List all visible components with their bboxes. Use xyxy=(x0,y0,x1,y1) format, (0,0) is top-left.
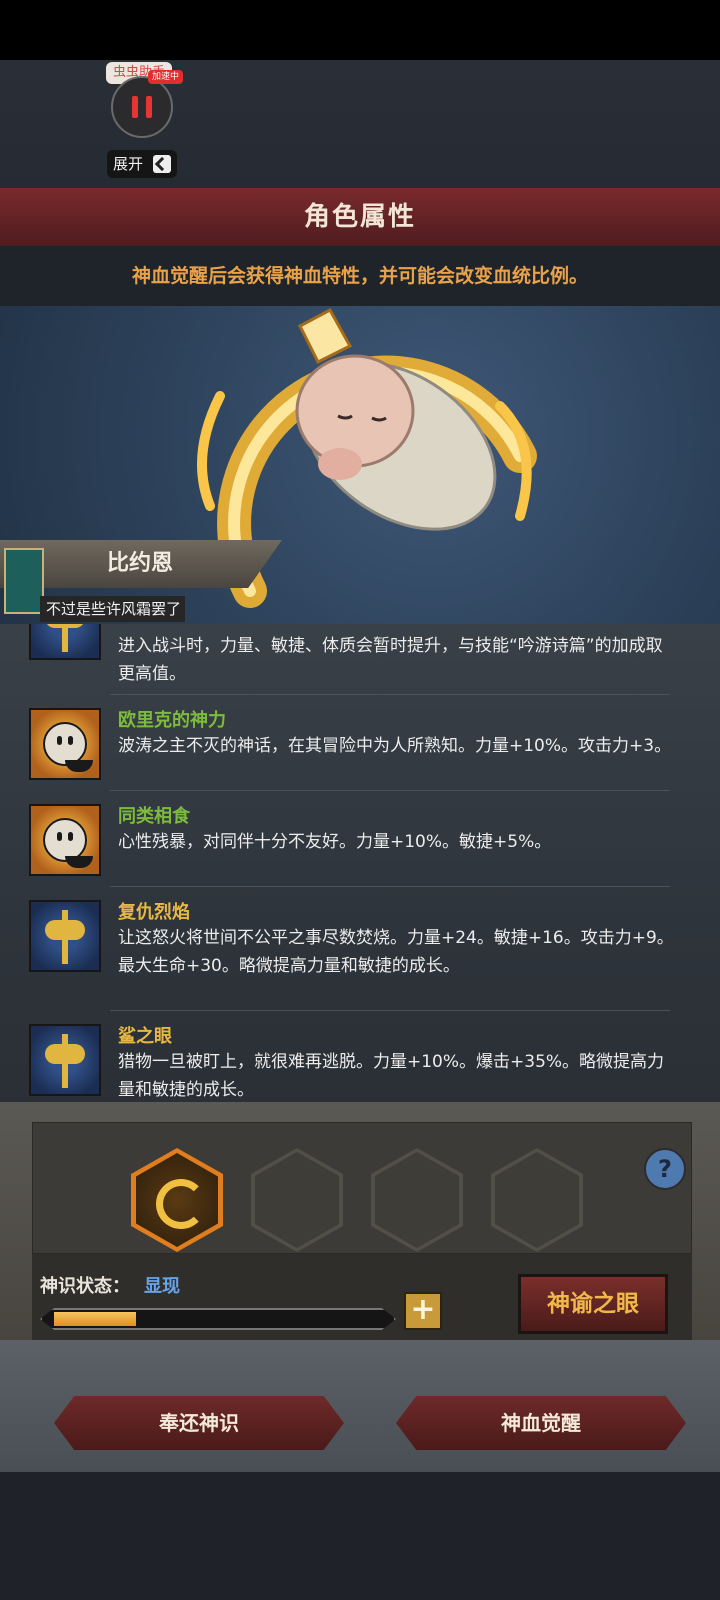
hero-name: 比约恩 xyxy=(106,551,173,576)
trait-list[interactable]: 进入战斗时，力量、敏捷、体质会暂时提升，与技能“吟游诗篇”的加成取更高值。 欧里… xyxy=(0,624,720,1127)
flame-ring-icon xyxy=(156,1179,206,1229)
overlay-badge: 加速中 xyxy=(148,70,184,84)
trait-name: 复仇烈焰 xyxy=(118,902,190,923)
trait-divider xyxy=(110,790,670,791)
add-button[interactable]: + xyxy=(404,1292,442,1330)
trait-name: 欧里克的神力 xyxy=(118,710,226,731)
hero-class-banner-icon xyxy=(4,548,44,614)
page-title: 角色属性 xyxy=(303,202,416,232)
divine-progress-fill xyxy=(54,1312,136,1326)
trait-desc: 进入战斗时，力量、敏捷、体质会暂时提升，与技能“吟游诗篇”的加成取更高值。 xyxy=(118,636,663,684)
pause-icon-bar xyxy=(146,96,152,118)
expand-label: 展开 xyxy=(113,155,144,173)
trait-item: 复仇烈焰 让这怒火将世间不公平之事尽数焚烧。力量+24。敏捷+16。攻击力+9。… xyxy=(0,898,720,1010)
smile-icon xyxy=(29,804,101,876)
blood-awaken-button[interactable]: 神血觉醒 xyxy=(396,1396,686,1450)
trait-desc: 猎物一旦被盯上，就很难再逃脱。力量+10%。爆击+35%。略微提高力量和敏捷的成… xyxy=(118,1052,665,1100)
trait-name: 鲨之眼 xyxy=(118,1026,172,1047)
trait-item: 欧里克的神力 波涛之主不灭的神话，在其冒险中为人所熟知。力量+10%。攻击力+3… xyxy=(0,706,720,796)
smile-icon xyxy=(29,708,101,780)
trait-divider xyxy=(110,694,670,695)
divine-status-value: 显现 xyxy=(144,1276,180,1297)
expand-button[interactable]: 展开 xyxy=(107,150,177,178)
trait-desc: 波涛之主不灭的神话，在其冒险中为人所熟知。力量+10%。攻击力+3。 xyxy=(118,736,672,756)
axe-icon xyxy=(29,1024,101,1096)
return-divinity-button[interactable]: 奉还神识 xyxy=(54,1396,344,1450)
axe-icon xyxy=(29,624,101,660)
trait-item: 同类相食 心性残暴，对同伴十分不友好。力量+10%。敏捷+5%。 xyxy=(0,802,720,892)
bottom-blank-area xyxy=(0,1472,720,1600)
help-button[interactable]: ? xyxy=(644,1148,686,1190)
axe-icon xyxy=(29,900,101,972)
trait-divider xyxy=(110,1010,670,1011)
oracle-eye-button[interactable]: 神谕之眼 xyxy=(518,1274,668,1334)
trait-name: 同类相食 xyxy=(118,806,190,827)
pause-icon xyxy=(132,96,138,118)
expand-icon xyxy=(153,155,171,173)
trait-desc: 让这怒火将世间不公平之事尽数焚烧。力量+24。敏捷+16。攻击力+9。最大生命+… xyxy=(118,928,674,976)
trait-item: 进入战斗时，力量、敏捷、体质会暂时提升，与技能“吟游诗篇”的加成取更高值。 xyxy=(0,624,720,684)
trait-divider xyxy=(110,886,670,887)
page-subtitle: 神血觉醒后会获得神血特性，并可能会改变血统比例。 xyxy=(131,265,588,287)
divine-status-label: 神识状态： xyxy=(40,1276,130,1297)
top-bar xyxy=(0,0,720,60)
overlay-pause-button[interactable] xyxy=(111,76,173,138)
hero-quote: 不过是些许风霜罢了 xyxy=(40,596,186,622)
trait-desc: 心性残暴，对同伴十分不友好。力量+10%。敏捷+5%。 xyxy=(118,832,552,852)
